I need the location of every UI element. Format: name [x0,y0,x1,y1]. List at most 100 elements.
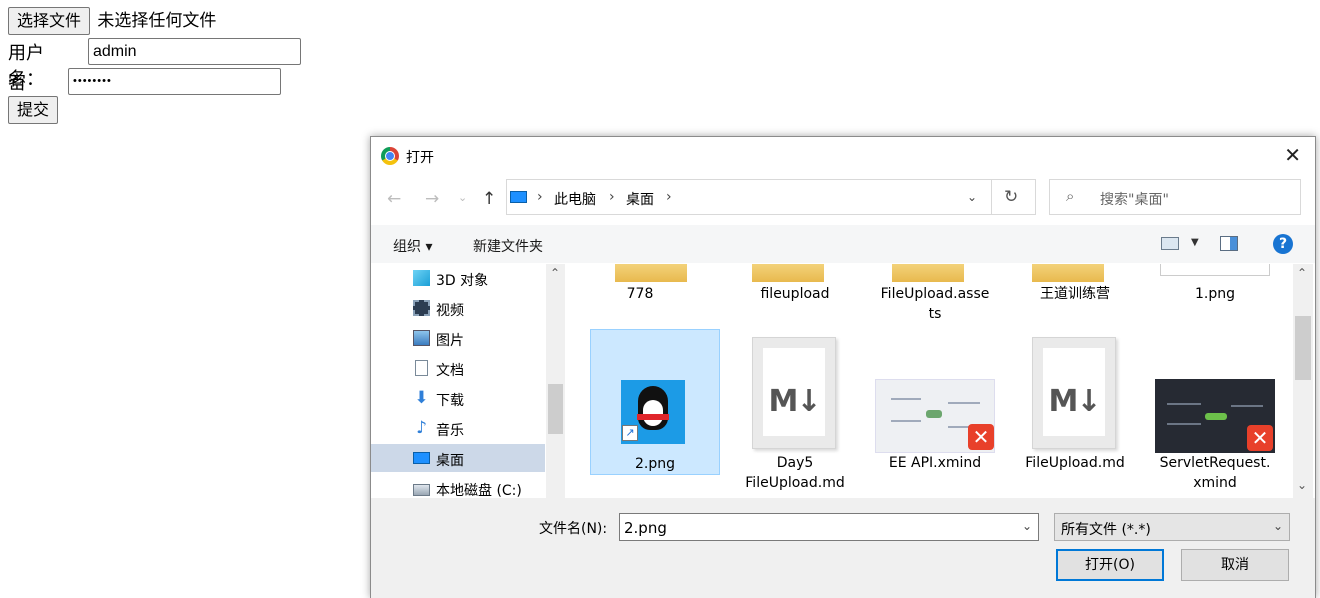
file-name: ServletRequest. [1159,455,1271,471]
address-dropdown-icon[interactable]: ⌄ [967,190,977,204]
markdown-file-icon: M↓ [1032,337,1116,449]
navigation-tree: 3D 对象 视频 图片 文档 ⬇ 下载 ♪ 音乐 桌面 本地磁盘 (C:) [371,264,546,498]
tree-scrollbar[interactable]: ⌃ [546,264,565,498]
username-input[interactable]: admin [88,38,301,65]
filetype-dropdown-icon: ⌄ [1272,519,1283,533]
computer-icon [510,191,527,203]
tree-item-3d-objects[interactable]: 3D 对象 [371,264,545,292]
file-list-scrollbar[interactable]: ⌃ ⌄ [1293,264,1313,498]
scroll-up-icon[interactable]: ⌃ [550,266,560,280]
search-icon: ⌕ [1066,187,1075,205]
folder-icon [892,264,964,282]
tree-item-label: 下载 [436,393,464,409]
tree-item-local-disk[interactable]: 本地磁盘 (C:) [371,474,545,498]
markdown-file-icon: M↓ [752,337,836,449]
refresh-icon: ↻ [1004,187,1019,207]
breadcrumb-desktop[interactable]: 桌面 [626,189,654,209]
video-icon [413,300,430,316]
dialog-footer: 文件名(N): 2.png ⌄ 所有文件 (*.*) ⌄ 打开(O) 取消 [371,498,1315,598]
file-item-2png[interactable]: ↗ 2.png [590,329,720,475]
file-name-line2: xmind [1193,475,1237,491]
help-icon[interactable]: ? [1273,234,1293,254]
up-arrow-icon[interactable]: ↑ [482,189,496,209]
password-input[interactable]: •••••••• [68,68,281,95]
dialog-toolbar: 组织 ▾ 新建文件夹 ▼ ? [371,225,1315,263]
filetype-value: 所有文件 (*.*) [1061,522,1151,538]
tree-item-downloads[interactable]: ⬇ 下载 [371,384,545,412]
refresh-button[interactable]: ↻ [992,179,1036,215]
choose-file-button[interactable]: 选择文件 [8,7,91,35]
dialog-title: 打开 [406,150,434,166]
scroll-up-icon[interactable]: ⌃ [1297,266,1307,280]
file-name: FileUpload.md [1025,455,1125,471]
file-item-1png[interactable]: 1.png [1150,264,1280,304]
file-name: fileupload [760,286,830,302]
file-item-day5-md[interactable]: M↓ Day5 FileUpload.md [730,329,860,497]
back-arrow-icon[interactable]: ← [387,189,401,209]
tree-item-documents[interactable]: 文档 [371,354,545,382]
3d-objects-icon [413,270,430,286]
download-icon: ⬇ [414,388,429,408]
tree-item-label: 3D 对象 [436,273,489,289]
file-name: 778 [626,286,654,302]
tree-item-label: 音乐 [436,423,464,439]
filename-input[interactable]: 2.png ⌄ [619,513,1039,541]
qq-penguin-icon: ↗ [621,380,685,444]
close-icon[interactable]: ✕ [1284,143,1301,167]
search-box[interactable]: ⌕ 搜索"桌面" [1049,179,1301,215]
submit-row: 提交 [8,96,59,124]
file-open-dialog: 打开 ✕ ← → ⌄ ↑ › 此电脑 › 桌面 › ⌄ ↻ ⌕ 搜索"桌面" 组… [370,136,1316,598]
forward-arrow-icon[interactable]: → [425,189,439,209]
file-item-fileupload-md[interactable]: M↓ FileUpload.md [1010,329,1140,497]
tree-item-label: 文档 [436,363,464,379]
filename-value: 2.png [624,519,667,537]
breadcrumb-this-pc[interactable]: 此电脑 [554,189,596,209]
file-name: 2.png [634,456,675,472]
music-icon: ♪ [416,418,427,438]
tree-item-video[interactable]: 视频 [371,294,545,322]
submit-button[interactable]: 提交 [8,96,59,124]
filename-dropdown-icon[interactable]: ⌄ [1022,519,1032,533]
tree-item-label: 本地磁盘 (C:) [436,483,522,498]
breadcrumb-sep-icon: › [537,189,543,205]
file-status-text: 未选择任何文件 [97,11,217,31]
open-button[interactable]: 打开(O) [1056,549,1164,581]
filename-label: 文件名(N): [539,521,608,537]
file-name: 王道训练营 [1040,286,1110,302]
pictures-icon [413,330,430,346]
xmind-icon: ✕ [1247,425,1273,451]
tree-item-music[interactable]: ♪ 音乐 [371,414,545,442]
file-item-ee-api-xmind[interactable]: ✕ EE API.xmind [870,329,1000,497]
new-folder-button[interactable]: 新建文件夹 [473,236,543,256]
chrome-icon [381,147,399,165]
tree-item-desktop[interactable]: 桌面 [371,444,545,472]
address-bar[interactable]: › 此电脑 › 桌面 › ⌄ [506,179,992,215]
xmind-mindmap-thumbnail: ✕ [1155,379,1275,453]
file-row: 选择文件 未选择任何文件 [8,6,216,35]
filetype-select[interactable]: 所有文件 (*.*) ⌄ [1054,513,1290,541]
xmind-icon: ✕ [968,424,994,450]
file-item-servletrequest-xmind[interactable]: ✕ ServletRequest. xmind [1150,329,1280,497]
folder-icon [1032,264,1104,282]
file-item-wangdao[interactable]: 王道训练营 [1010,264,1140,304]
view-dropdown-icon[interactable]: ▼ [1191,237,1199,248]
recent-dropdown-icon[interactable]: ⌄ [458,191,467,204]
tree-item-label: 视频 [436,303,464,319]
file-item-fileupload-assets[interactable]: FileUpload.asse ts [870,264,1000,324]
view-options-icon[interactable] [1161,237,1179,250]
organize-menu[interactable]: 组织 ▾ [393,236,432,256]
file-name: 1.png [1194,286,1235,302]
xmind-mindmap-thumbnail: ✕ [875,379,995,453]
scroll-down-icon[interactable]: ⌄ [1297,478,1307,492]
file-item-778[interactable]: 778 [575,264,705,304]
search-placeholder: 搜索"桌面" [1100,192,1169,208]
file-scroll-thumb[interactable] [1295,316,1311,380]
tree-item-pictures[interactable]: 图片 [371,324,545,352]
tree-scroll-thumb[interactable] [548,384,563,434]
file-item-fileupload[interactable]: fileupload [730,264,860,304]
tree-item-label: 桌面 [436,453,464,469]
preview-pane-icon[interactable] [1220,236,1238,251]
breadcrumb-sep-icon: › [666,189,672,205]
cancel-button[interactable]: 取消 [1181,549,1289,581]
file-name: EE API.xmind [888,455,982,471]
